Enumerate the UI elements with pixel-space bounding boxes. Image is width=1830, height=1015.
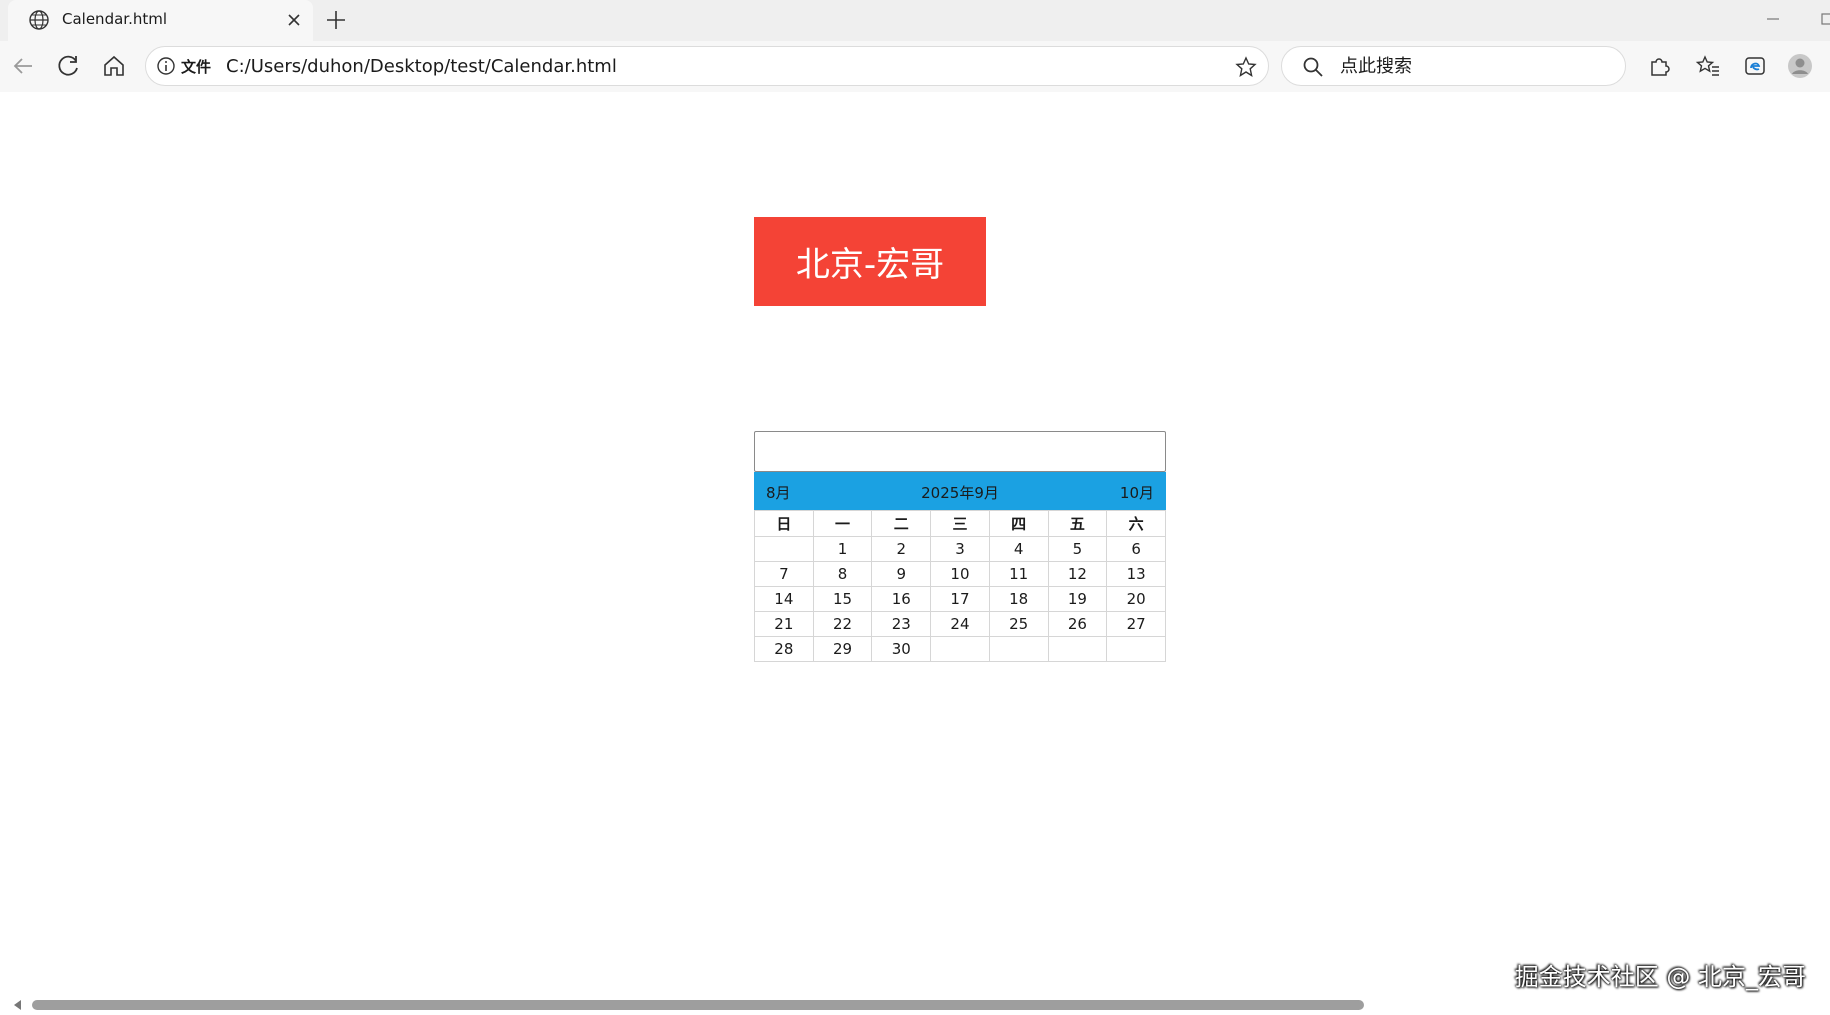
- week-row: 1 2 3 4 5 6: [754, 536, 1166, 562]
- calendar-popup: 2025年9月 8月 10月 日 一 二 三 四 五 六 1 2 3 4 5 6…: [754, 472, 1166, 662]
- day-cell[interactable]: 22: [812, 611, 873, 637]
- day-cell[interactable]: 16: [871, 586, 932, 612]
- scrollbar-thumb[interactable]: [32, 1000, 1364, 1010]
- weekday-row: 日 一 二 三 四 五 六: [754, 510, 1166, 537]
- day-cell[interactable]: 25: [988, 611, 1049, 637]
- day-cell[interactable]: 11: [988, 561, 1049, 587]
- address-bar[interactable]: 文件 C:/Users/duhon/Desktop/test/Calendar.…: [145, 46, 1269, 86]
- day-cell[interactable]: 10: [930, 561, 990, 587]
- weekday-header: 五: [1047, 510, 1108, 537]
- weekday-header: 日: [754, 510, 814, 537]
- day-cell[interactable]: 9: [871, 561, 932, 587]
- day-cell[interactable]: 26: [1047, 611, 1108, 637]
- calendar-grid: 日 一 二 三 四 五 六 1 2 3 4 5 6 7 8 9 10 11 12…: [754, 510, 1166, 662]
- day-cell[interactable]: 19: [1047, 586, 1108, 612]
- globe-icon: [29, 10, 49, 30]
- search-box[interactable]: [1281, 46, 1626, 86]
- extensions-icon[interactable]: [1646, 53, 1672, 79]
- info-icon[interactable]: [156, 56, 176, 76]
- tab-strip: Calendar.html: [0, 0, 1830, 41]
- weekday-header: 一: [812, 510, 873, 537]
- day-cell[interactable]: 21: [754, 611, 814, 637]
- home-icon[interactable]: [101, 53, 127, 79]
- day-cell[interactable]: 7: [754, 561, 814, 587]
- scroll-left-arrow-icon[interactable]: [12, 999, 24, 1011]
- day-cell[interactable]: 20: [1106, 586, 1166, 612]
- next-month-button[interactable]: 10月: [1120, 482, 1154, 503]
- date-input[interactable]: [754, 431, 1166, 472]
- week-row: 21 22 23 24 25 26 27: [754, 611, 1166, 637]
- minimize-icon[interactable]: [1763, 9, 1783, 29]
- weekday-header: 四: [988, 510, 1049, 537]
- collections-icon[interactable]: [1742, 53, 1768, 79]
- day-cell[interactable]: 30: [871, 636, 932, 662]
- close-tab-icon[interactable]: [284, 10, 304, 30]
- week-row: 7 8 9 10 11 12 13: [754, 561, 1166, 587]
- week-row: 14 15 16 17 18 19 20: [754, 586, 1166, 612]
- address-scheme-label: 文件: [181, 58, 212, 76]
- watermark: 掘金技术社区 @ 北京_宏哥: [1514, 963, 1806, 991]
- browser-tab[interactable]: Calendar.html: [8, 0, 313, 41]
- favorites-icon[interactable]: [1695, 53, 1721, 79]
- empty-day-cell: [1106, 636, 1166, 662]
- day-cell[interactable]: 13: [1106, 561, 1166, 587]
- tab-title: Calendar.html: [62, 10, 168, 28]
- day-cell[interactable]: 23: [871, 611, 932, 637]
- day-cell[interactable]: 4: [988, 536, 1049, 562]
- empty-day-cell: [1047, 636, 1108, 662]
- weekday-header: 六: [1106, 510, 1166, 537]
- address-url[interactable]: C:/Users/duhon/Desktop/test/Calendar.htm…: [226, 56, 617, 77]
- day-cell[interactable]: 15: [812, 586, 873, 612]
- weekday-header: 三: [930, 510, 990, 537]
- horizontal-scrollbar[interactable]: [0, 995, 1830, 1015]
- new-tab-icon[interactable]: [323, 7, 349, 33]
- browser-toolbar: 文件 C:/Users/duhon/Desktop/test/Calendar.…: [0, 41, 1830, 92]
- day-cell[interactable]: 17: [930, 586, 990, 612]
- day-cell[interactable]: 27: [1106, 611, 1166, 637]
- day-cell[interactable]: 29: [812, 636, 873, 662]
- day-cell[interactable]: 8: [812, 561, 873, 587]
- current-month-label: 2025年9月: [921, 484, 999, 502]
- prev-month-button[interactable]: 8月: [766, 482, 791, 503]
- day-cell[interactable]: 12: [1047, 561, 1108, 587]
- day-cell[interactable]: 1: [812, 536, 873, 562]
- maximize-icon[interactable]: [1820, 9, 1830, 29]
- day-cell[interactable]: 14: [754, 586, 814, 612]
- empty-day-cell: [988, 636, 1049, 662]
- day-cell[interactable]: 28: [754, 636, 814, 662]
- day-cell[interactable]: 6: [1106, 536, 1166, 562]
- weekday-header: 二: [871, 510, 932, 537]
- week-row: 28 29 30: [754, 636, 1166, 662]
- day-cell[interactable]: 5: [1047, 536, 1108, 562]
- empty-day-cell: [930, 636, 990, 662]
- day-cell[interactable]: 18: [988, 586, 1049, 612]
- day-cell[interactable]: 24: [930, 611, 990, 637]
- refresh-icon[interactable]: [56, 53, 82, 79]
- search-icon: [1303, 57, 1323, 77]
- day-cell[interactable]: 2: [871, 536, 932, 562]
- calendar-header: 2025年9月 8月 10月: [754, 472, 1166, 510]
- search-input[interactable]: [1338, 52, 1608, 80]
- favorite-star-icon[interactable]: [1234, 55, 1258, 79]
- day-cell[interactable]: 3: [930, 536, 990, 562]
- empty-day-cell: [754, 536, 814, 562]
- profile-avatar-icon[interactable]: [1787, 53, 1813, 79]
- title-banner: 北京-宏哥: [754, 217, 986, 306]
- back-icon[interactable]: [10, 53, 36, 79]
